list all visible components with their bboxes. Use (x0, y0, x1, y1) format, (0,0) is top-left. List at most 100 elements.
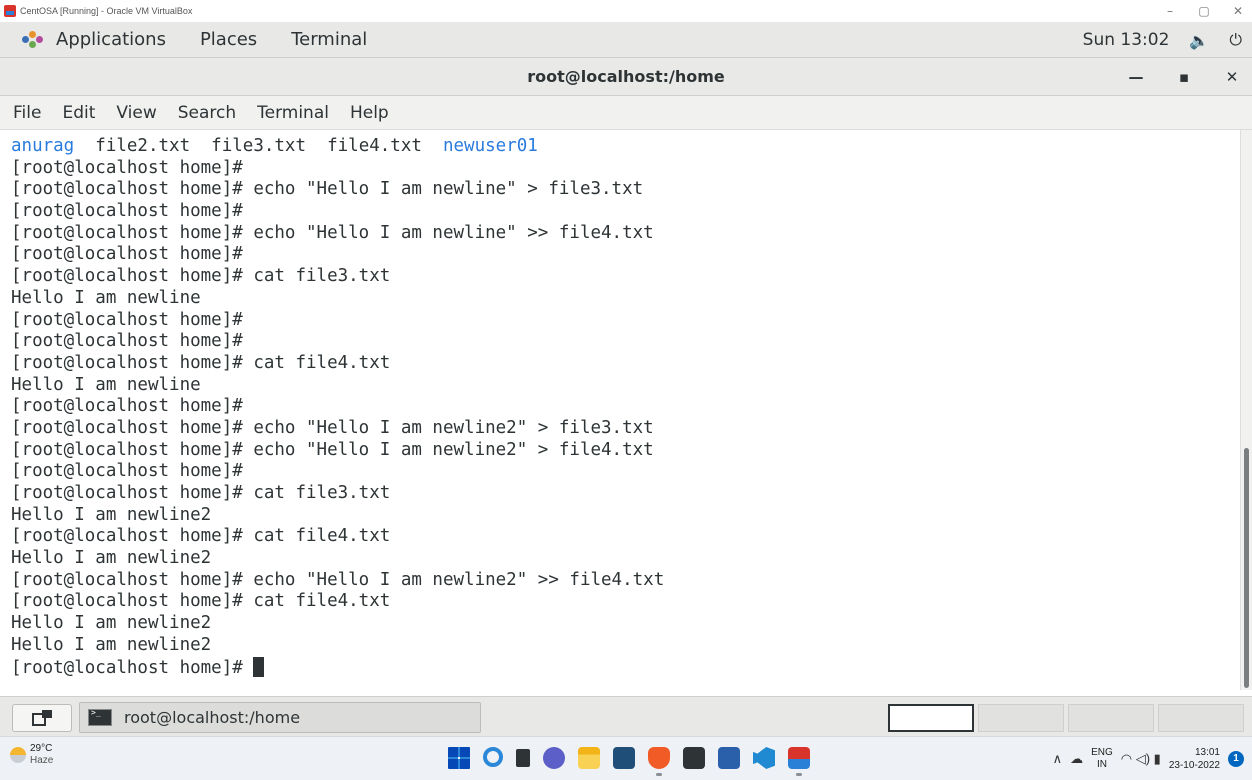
workspace-switcher (888, 704, 1244, 732)
weather-temperature: 29°C (30, 743, 53, 754)
menu-file[interactable]: File (13, 103, 41, 123)
terminal-line: [root@localhost home]# cat file4.txt (11, 591, 391, 612)
terminal-scrollbar[interactable] (1240, 130, 1252, 690)
taskbar-pinned-apps (448, 747, 810, 776)
panel-status-area: Sun 13:02 🔈 ⏻ (1083, 22, 1242, 58)
windows-start-icon[interactable] (448, 747, 470, 769)
ls-output-line: anurag file2.txt file3.txt file4.txt new… (11, 136, 1240, 158)
system-menu-icon[interactable]: ⏻ (1229, 30, 1242, 50)
wifi-sound-battery-icon[interactable]: ◠ ◁) ▮ (1121, 751, 1161, 767)
input-language[interactable]: ENG IN (1091, 747, 1113, 771)
terminal-line: [root@localhost home]# (11, 309, 243, 330)
close-icon[interactable]: ✕ (1224, 68, 1240, 86)
brave-browser-icon[interactable] (648, 747, 670, 776)
virtualbox-app-icon (4, 5, 16, 17)
terminal-line: [root@localhost home]# echo "Hello I am … (11, 439, 654, 460)
chat-icon[interactable] (543, 747, 565, 769)
ls-directory: newuser01 (442, 136, 538, 156)
applications-label: Applications (56, 29, 166, 50)
weather-condition: Haze (30, 755, 54, 766)
vscode-icon[interactable] (753, 747, 775, 769)
haze-weather-icon (10, 747, 26, 763)
terminal-line: [root@localhost home]# (11, 331, 243, 352)
terminal-window-title: root@localhost:/home (527, 67, 725, 86)
menu-help[interactable]: Help (350, 103, 389, 123)
ls-directory: anurag (11, 136, 75, 156)
taskbar-time: 13:01 (1194, 747, 1220, 758)
volume-icon[interactable]: 🔈 (1189, 31, 1209, 50)
applications-menu[interactable]: Applications (22, 29, 166, 50)
ls-files: file2.txt file3.txt file4.txt (74, 136, 443, 156)
current-prompt-line[interactable]: [root@localhost home]# (11, 656, 1240, 679)
menu-search[interactable]: Search (178, 103, 236, 123)
restore-icon[interactable]: ▢ (1196, 2, 1212, 20)
terminal-app-icon[interactable] (683, 747, 705, 769)
workspace-1[interactable] (888, 704, 974, 732)
terminal-line: Hello I am newline2 (11, 548, 212, 569)
virtualbox-window-title: CentOSA [Running] - Oracle VM VirtualBox (20, 6, 193, 16)
workspace-2[interactable] (978, 704, 1064, 732)
terminal-output[interactable]: anurag file2.txt file3.txt file4.txt new… (0, 130, 1240, 690)
workspace-4[interactable] (1158, 704, 1244, 732)
terminal-line: [root@localhost home]# echo "Hello I am … (11, 222, 654, 243)
microsoft-store-icon[interactable] (613, 747, 635, 769)
virtualbox-window-controls: – ▢ ✕ (1162, 2, 1246, 20)
terminal-line: [root@localhost home]# cat file4.txt (11, 526, 391, 547)
minimize-icon[interactable]: – (1162, 2, 1178, 20)
scrollbar-thumb[interactable] (1244, 448, 1249, 688)
terminal-line: [root@localhost home]# (11, 244, 243, 265)
weather-widget[interactable]: 29°C Haze (10, 743, 53, 767)
shell-prompt: [root@localhost home]# (11, 657, 254, 678)
show-desktop-icon (32, 710, 52, 726)
terminal-line: [root@localhost home]# (11, 157, 243, 178)
taskbar-clock[interactable]: 13:01 23-10-2022 (1169, 746, 1220, 772)
system-tray: ∧ ☁ ENG IN ◠ ◁) ▮ 13:01 23-10-2022 1 (1053, 741, 1244, 777)
menu-view[interactable]: View (116, 103, 156, 123)
terminal-icon (88, 708, 112, 726)
workspace-3[interactable] (1068, 704, 1154, 732)
terminal-line: [root@localhost home]# echo "Hello I am … (11, 179, 644, 200)
file-explorer-icon[interactable] (578, 747, 600, 769)
taskbar-terminal-button[interactable]: root@localhost:/home (79, 702, 481, 733)
virtualbox-taskbar-icon[interactable] (788, 747, 810, 776)
terminal-line: [root@localhost home]# echo "Hello I am … (11, 417, 654, 438)
terminal-line: [root@localhost home]# cat file3.txt (11, 266, 391, 287)
terminal-line: Hello I am newline (11, 374, 201, 395)
show-desktop-button[interactable] (12, 704, 72, 732)
menu-edit[interactable]: Edit (62, 103, 95, 123)
menu-terminal[interactable]: Terminal (257, 103, 329, 123)
terminal-line: Hello I am newline (11, 287, 201, 308)
notification-badge[interactable]: 1 (1228, 751, 1244, 767)
taskbar-terminal-label: root@localhost:/home (124, 708, 301, 727)
clock[interactable]: Sun 13:02 (1083, 30, 1170, 50)
gnome-top-panel: Applications Places Terminal Sun 13:02 🔈… (0, 22, 1252, 58)
terminal-app-menu[interactable]: Terminal (291, 29, 367, 50)
terminal-line: Hello I am newline2 (11, 613, 212, 634)
onedrive-cloud-icon[interactable]: ☁ (1070, 751, 1083, 767)
search-icon[interactable] (483, 747, 503, 767)
text-cursor (253, 656, 265, 677)
powershell-icon[interactable] (718, 747, 740, 769)
virtualbox-titlebar: CentOSA [Running] - Oracle VM VirtualBox… (0, 0, 1252, 22)
terminal-lines: [root@localhost home]# [root@localhost ho… (11, 158, 1240, 657)
terminal-line: Hello I am newline2 (11, 634, 212, 655)
terminal-line: [root@localhost home]# (11, 461, 243, 482)
maximize-icon[interactable]: ▪ (1176, 68, 1192, 86)
windows-taskbar: 29°C Haze ∧ ☁ ENG IN ◠ ◁) ▮ 13:01 23-10-… (0, 736, 1252, 780)
language-code: ENG (1091, 747, 1113, 758)
close-icon[interactable]: ✕ (1230, 2, 1246, 20)
show-hidden-icons-icon[interactable]: ∧ (1053, 751, 1063, 767)
task-view-icon[interactable] (516, 749, 530, 767)
places-menu[interactable]: Places (200, 29, 257, 50)
terminal-line: [root@localhost home]# echo "Hello I am … (11, 569, 665, 590)
region-code: IN (1096, 759, 1107, 770)
minimize-icon[interactable]: — (1128, 68, 1144, 86)
applications-icon (22, 30, 44, 49)
terminal-line: [root@localhost home]# cat file3.txt (11, 483, 391, 503)
terminal-headerbar: root@localhost:/home — ▪ ✕ (0, 58, 1252, 96)
terminal-line: Hello I am newline2 (11, 504, 212, 525)
terminal-window-controls: — ▪ ✕ (1128, 58, 1240, 96)
terminal-line: [root@localhost home]# (11, 396, 243, 417)
terminal-line: [root@localhost home]# cat file4.txt (11, 352, 391, 373)
taskbar-date: 23-10-2022 (1168, 760, 1220, 771)
